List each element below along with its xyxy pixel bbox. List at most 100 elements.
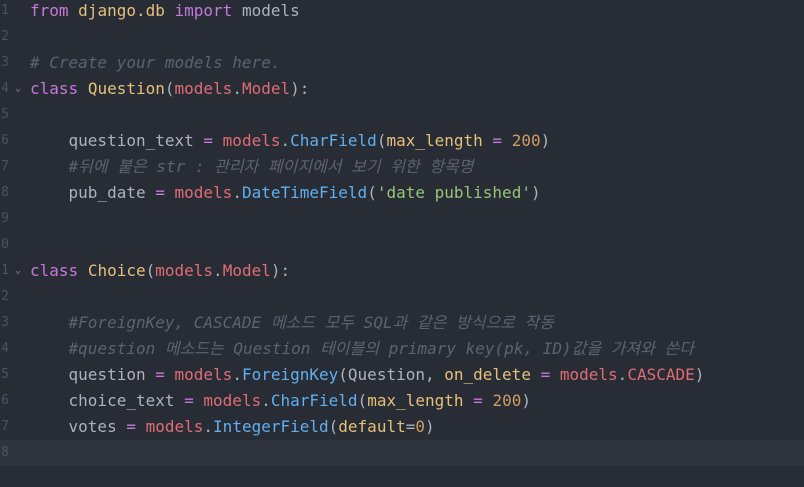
code-token: from: [30, 1, 69, 20]
code-text: question_text = models.CharField(max_len…: [30, 128, 551, 154]
code-token: CharField: [290, 131, 377, 150]
code-token: models: [559, 365, 618, 384]
code-token: import: [174, 1, 233, 20]
code-line[interactable]: 2: [0, 24, 804, 50]
code-token: on_delete: [444, 365, 531, 384]
code-token: (: [145, 261, 156, 280]
code-token: class: [30, 261, 79, 280]
code-text: #ForeignKey, CASCADE 메소드 모두 SQL과 같은 방식으로…: [30, 310, 554, 336]
code-token: models: [222, 131, 281, 150]
code-text: class Choice(models.Model):: [30, 258, 290, 284]
code-text: class Question(models.Model):: [30, 76, 309, 102]
code-line[interactable]: 5 question = models.ForeignKey(Question,…: [0, 362, 804, 388]
code-line[interactable]: 9: [0, 206, 804, 232]
code-token: =: [126, 417, 136, 436]
code-line[interactable]: 7 #뒤에 붙은 str : 관리자 페이지에서 보기 위한 항목명: [0, 154, 804, 180]
code-token: .: [280, 131, 291, 150]
code-token: ):: [290, 79, 310, 98]
code-token: =: [492, 131, 503, 150]
code-token: models: [174, 365, 233, 384]
code-line[interactable]: 7 votes = models.IntegerField(default=0): [0, 414, 804, 440]
code-token: 'date published': [376, 183, 531, 202]
code-line[interactable]: 1 ⌄ class Choice(models.Model):: [0, 258, 804, 284]
code-text: from django.db import models: [30, 0, 300, 24]
code-token: models: [203, 391, 262, 410]
line-number: 6: [1, 393, 9, 408]
line-number: 7: [1, 159, 9, 174]
line-number: 2: [1, 289, 9, 304]
chevron-down-icon[interactable]: ⌄: [12, 258, 24, 284]
code-token: 200: [511, 131, 541, 150]
code-token: models: [174, 79, 233, 98]
code-token: (Question,: [338, 365, 445, 384]
code-token: .: [232, 365, 242, 384]
code-line[interactable]: 0: [0, 232, 804, 258]
code-token: models: [145, 417, 204, 436]
code-line[interactable]: 6 choice_text = models.CharField(max_len…: [0, 388, 804, 414]
code-token: DateTimeField: [241, 183, 368, 202]
code-token: choice_text: [30, 391, 185, 410]
code-token: models: [174, 183, 233, 202]
code-token: default: [338, 417, 406, 436]
code-line[interactable]: 3 # Create your models here.: [0, 50, 804, 76]
code-text: pub_date = models.DateTimeField('date pu…: [30, 180, 541, 206]
code-line[interactable]: 4 #question 메소드는 Question 테이블의 primary k…: [0, 336, 804, 362]
line-number: 3: [1, 55, 9, 70]
code-token: (: [328, 417, 339, 436]
code-token: models: [155, 261, 214, 280]
code-token: #뒤에 붙은 str : 관리자 페이지에서 보기 위한 항목명: [68, 157, 474, 176]
code-token: IntegerField: [213, 417, 329, 436]
code-token: (: [376, 131, 387, 150]
code-token: votes: [30, 417, 127, 436]
code-line[interactable]: 4 ⌄ class Question(models.Model):: [0, 76, 804, 102]
code-token: .: [203, 417, 214, 436]
code-token: question_text: [30, 131, 204, 150]
code-text: # Create your models here.: [30, 50, 280, 76]
code-token: ): [694, 365, 705, 384]
code-token: =: [203, 131, 214, 150]
line-number: 1: [1, 263, 9, 278]
code-line[interactable]: 3 #ForeignKey, CASCADE 메소드 모두 SQL과 같은 방식…: [0, 310, 804, 336]
code-line[interactable]: 6 question_text = models.CharField(max_l…: [0, 128, 804, 154]
code-token: .: [232, 79, 242, 98]
code-token: ): [530, 183, 541, 202]
code-line[interactable]: 1 from django.db import models: [0, 0, 804, 24]
code-token: Choice: [87, 261, 146, 280]
code-line[interactable]: 2: [0, 284, 804, 310]
code-token: 0: [415, 417, 425, 436]
code-token: =: [155, 183, 165, 202]
code-text: #question 메소드는 Question 테이블의 primary key…: [30, 336, 694, 362]
code-token: =: [184, 391, 194, 410]
line-number: 0: [1, 237, 9, 252]
line-number: 2: [1, 29, 9, 44]
line-number: 6: [1, 133, 9, 148]
code-token: models: [232, 1, 300, 20]
chevron-down-icon[interactable]: ⌄: [12, 76, 24, 102]
line-number: 5: [1, 107, 9, 122]
code-token: # Create your models here.: [30, 53, 281, 72]
code-line[interactable]: 5: [0, 102, 804, 128]
code-text: votes = models.IntegerField(default=0): [30, 414, 435, 440]
code-line[interactable]: 8 pub_date = models.DateTimeField('date …: [0, 180, 804, 206]
code-token: class: [30, 79, 79, 98]
code-token: .: [213, 261, 223, 280]
code-editor[interactable]: 1 from django.db import models 2 3 # Create …: [0, 0, 804, 487]
code-token: (: [367, 183, 377, 202]
code-line[interactable]: 8: [0, 440, 804, 466]
code-token: Question: [87, 79, 165, 98]
code-token: ): [521, 391, 531, 410]
line-number: 4: [1, 341, 9, 356]
code-token: (: [164, 79, 175, 98]
